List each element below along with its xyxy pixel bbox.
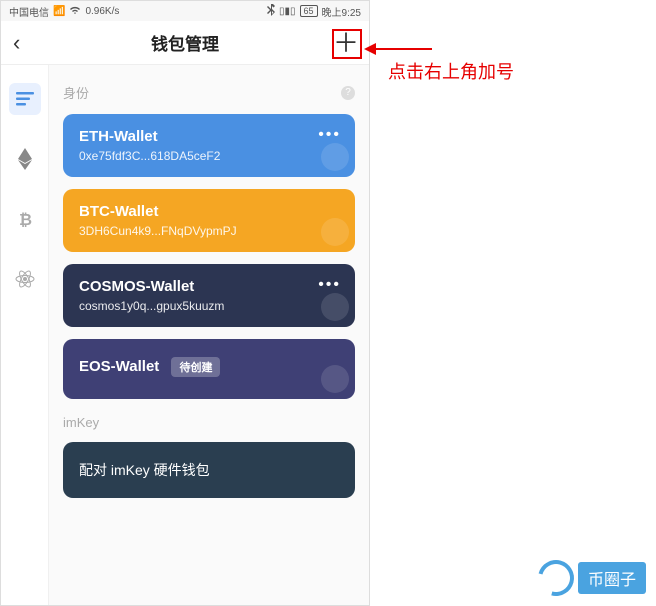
content-area: ₿ 身份 ? ETH-Wallet 0xe75fdf3C...618DA5ceF… [1, 65, 369, 605]
status-badge: 待创建 [171, 357, 220, 377]
tab-list-icon[interactable] [9, 83, 41, 115]
netspeed-label: 0.96K/s [85, 6, 119, 17]
carrier-label: 中国电信 [9, 4, 49, 19]
section-imkey-label: imKey [63, 415, 355, 430]
coin-bg-icon [321, 143, 349, 171]
section-identity: 身份 ? [63, 83, 355, 102]
wallet-address: 3DH6Cun4k9...FNqDVypmPJ [79, 224, 339, 238]
battery-icon: 65 [300, 5, 318, 17]
tab-atom-icon[interactable] [9, 263, 41, 295]
nav-header: ‹ 钱包管理 ＋ [1, 21, 369, 65]
wallet-address: 0xe75fdf3C...618DA5ceF2 [79, 149, 339, 163]
back-button[interactable]: ‹ [13, 30, 37, 56]
wallet-name: EOS-Wallet 待创建 [79, 357, 339, 377]
watermark-logo-icon [531, 553, 580, 602]
wallet-name: ETH-Wallet [79, 128, 339, 145]
coin-bg-icon [321, 293, 349, 321]
wallet-address: cosmos1y0q...gpux5kuuzm [79, 299, 339, 313]
signal-icon: 📶 [53, 6, 65, 17]
side-tabs: ₿ [1, 65, 49, 605]
section-identity-label: 身份 [63, 83, 89, 102]
wallet-card-eth[interactable]: ETH-Wallet 0xe75fdf3C...618DA5ceF2 ••• [63, 114, 355, 177]
coin-bg-icon [321, 218, 349, 246]
wallet-name: COSMOS-Wallet [79, 278, 339, 295]
imkey-pair-card[interactable]: 配对 imKey 硬件钱包 [63, 442, 355, 498]
tab-eth-icon[interactable] [9, 143, 41, 175]
more-icon[interactable]: ••• [318, 126, 341, 144]
wallet-card-cosmos[interactable]: COSMOS-Wallet cosmos1y0q...gpux5kuuzm ••… [63, 264, 355, 327]
coin-bg-icon [321, 365, 349, 393]
page-title: 钱包管理 [151, 30, 219, 55]
wallet-list: 身份 ? ETH-Wallet 0xe75fdf3C...618DA5ceF2 … [49, 65, 369, 605]
wallet-name: BTC-Wallet [79, 203, 339, 220]
phone-screen: 中国电信 📶 0.96K/s ▯▮▯ 65 晚上9:25 ‹ 钱包管理 ＋ [0, 0, 370, 606]
svg-text:₿: ₿ [19, 211, 32, 229]
more-icon[interactable]: ••• [318, 276, 341, 294]
watermark-text: 币圈子 [578, 562, 646, 594]
vibrate-icon: ▯▮▯ [279, 6, 296, 17]
info-icon[interactable]: ? [341, 86, 355, 100]
time-label: 晚上9:25 [322, 4, 361, 19]
annotation-arrow-icon [364, 40, 434, 58]
status-bar: 中国电信 📶 0.96K/s ▯▮▯ 65 晚上9:25 [1, 1, 369, 21]
wallet-card-eos[interactable]: EOS-Wallet 待创建 [63, 339, 355, 399]
add-button[interactable]: ＋ [333, 30, 357, 56]
bluetooth-icon [267, 4, 275, 19]
imkey-pair-label: 配对 imKey 硬件钱包 [79, 462, 210, 478]
watermark: 币圈子 [538, 560, 646, 596]
annotation-text: 点击右上角加号 [388, 58, 514, 84]
wallet-card-btc[interactable]: BTC-Wallet 3DH6Cun4k9...FNqDVypmPJ [63, 189, 355, 252]
tab-btc-icon[interactable]: ₿ [9, 203, 41, 235]
wifi-icon [69, 5, 81, 18]
